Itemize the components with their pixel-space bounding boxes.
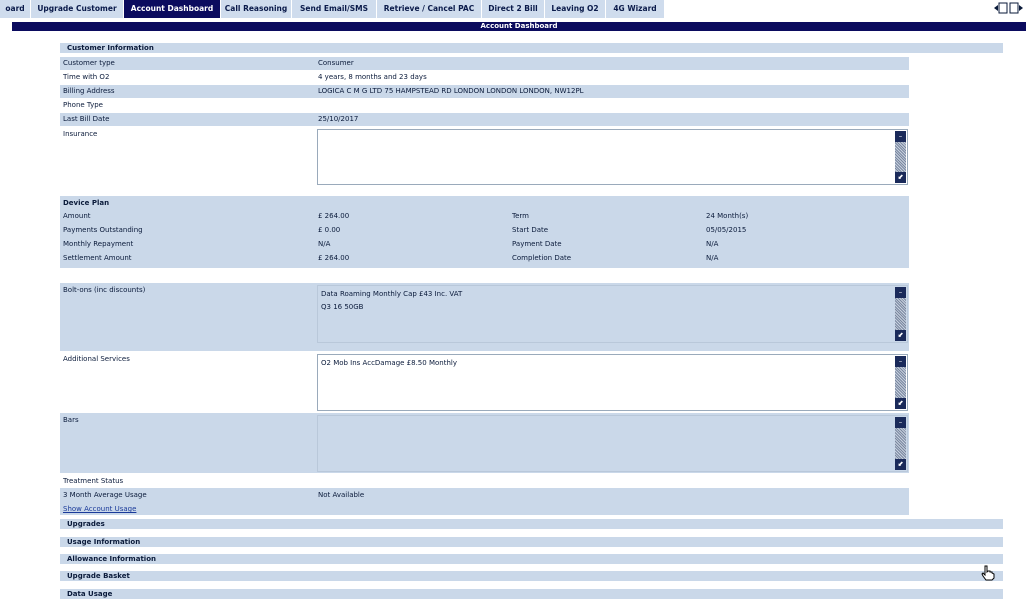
row-treatment-status: Treatment Status <box>60 475 909 488</box>
billing-address-value: LOGICA C M G LTD 75 HAMPSTEAD RD LONDON … <box>318 87 584 95</box>
average-usage-value: Not Available <box>318 491 365 499</box>
completion-date-value: N/A <box>706 254 719 262</box>
payment-date-label: Payment Date <box>512 240 562 248</box>
data-usage-header[interactable]: Data Usage <box>60 589 1003 599</box>
customer-information-header[interactable]: Customer Information <box>60 43 1003 53</box>
additional-services-block: Additional Services O2 Mob Ins AccDamage… <box>60 352 909 412</box>
bars-scrollbar[interactable]: – ⬋ <box>895 417 906 470</box>
customer-type-label: Customer type <box>63 59 115 67</box>
bolt-ons-block: Bolt-ons (inc discounts) Data Roaming Mo… <box>60 283 909 351</box>
row-last-bill-date: Last Bill Date 25/10/2017 <box>60 113 909 126</box>
phone-type-label: Phone Type <box>63 101 103 109</box>
additional-service-item: O2 Mob Ins AccDamage £8.50 Monthly <box>321 359 457 367</box>
scroll-down-icon[interactable]: ⬋ <box>895 330 906 341</box>
term-value: 24 Month(s) <box>706 212 749 220</box>
payments-outstanding-label: Payments Outstanding <box>63 226 143 234</box>
usage-block: 3 Month Average Usage Not Available Show… <box>60 488 909 515</box>
bars-list[interactable]: – ⬋ <box>317 415 908 472</box>
dashboard-title-bar: Account Dashboard <box>12 22 1026 31</box>
bars-label: Bars <box>63 416 79 424</box>
tab-scroll-left-icon[interactable] <box>994 2 1008 16</box>
row-billing-address: Billing Address LOGICA C M G LTD 75 HAMP… <box>60 85 909 98</box>
term-label: Term <box>512 212 529 220</box>
hand-cursor-icon <box>981 565 995 581</box>
tab-send-email-sms[interactable]: Send Email/SMS <box>292 0 376 18</box>
tab-scroll-right-icon[interactable] <box>1009 2 1023 16</box>
scroll-down-icon[interactable]: ⬋ <box>895 172 906 183</box>
tab-dashboard[interactable]: oard <box>0 0 30 18</box>
bolt-ons-label: Bolt-ons (inc discounts) <box>63 286 146 294</box>
upgrade-basket-header[interactable]: Upgrade Basket <box>60 571 1003 581</box>
device-plan-block: Device Plan Amount £ 264.00 Term 24 Mont… <box>60 196 909 268</box>
insurance-scrollbar[interactable]: – ⬋ <box>895 131 906 183</box>
settlement-amount-label: Settlement Amount <box>63 254 132 262</box>
scroll-up-icon[interactable]: – <box>895 356 906 367</box>
tab-scroll-controls <box>994 2 1024 16</box>
device-plan-title: Device Plan <box>63 199 110 207</box>
last-bill-date-label: Last Bill Date <box>63 115 110 123</box>
monthly-repayment-value: N/A <box>318 240 331 248</box>
tab-direct-2-bill[interactable]: Direct 2 Bill <box>482 0 544 18</box>
bolt-ons-list[interactable]: Data Roaming Monthly Cap £43 Inc. VAT Q3… <box>317 285 908 343</box>
bolt-ons-scrollbar[interactable]: – ⬋ <box>895 287 906 341</box>
allowance-information-header[interactable]: Allowance Information <box>60 554 1003 564</box>
time-with-o2-value: 4 years, 8 months and 23 days <box>318 73 427 81</box>
customer-type-value: Consumer <box>318 59 354 67</box>
scroll-up-icon[interactable]: – <box>895 131 906 142</box>
row-phone-type: Phone Type <box>60 99 909 112</box>
additional-services-label: Additional Services <box>63 355 130 363</box>
start-date-value: 05/05/2015 <box>706 226 747 234</box>
insurance-label: Insurance <box>63 130 98 138</box>
tab-account-dashboard[interactable]: Account Dashboard <box>124 0 220 18</box>
bars-block: Bars – ⬋ <box>60 413 909 473</box>
tab-retrieve-cancel-pac[interactable]: Retrieve / Cancel PAC <box>377 0 481 18</box>
average-usage-label: 3 Month Average Usage <box>63 491 147 499</box>
completion-date-label: Completion Date <box>512 254 572 262</box>
tab-bar: oard Upgrade Customer Account Dashboard … <box>0 0 1026 18</box>
scroll-down-icon[interactable]: ⬋ <box>895 398 906 409</box>
tab-call-reasoning[interactable]: Call Reasoning <box>221 0 291 18</box>
additional-services-list[interactable]: O2 Mob Ins AccDamage £8.50 Monthly – ⬋ <box>317 354 908 411</box>
row-time-with-o2: Time with O2 4 years, 8 months and 23 da… <box>60 71 909 84</box>
tab-4g-wizard[interactable]: 4G Wizard <box>606 0 664 18</box>
upgrades-header[interactable]: Upgrades <box>60 519 1003 529</box>
scroll-up-icon[interactable]: – <box>895 417 906 428</box>
bolt-on-item: Q3 16 50GB <box>321 303 364 311</box>
time-with-o2-label: Time with O2 <box>63 73 110 81</box>
usage-information-header[interactable]: Usage Information <box>60 537 1003 547</box>
billing-address-label: Billing Address <box>63 87 115 95</box>
tab-upgrade-customer[interactable]: Upgrade Customer <box>31 0 123 18</box>
treatment-status-label: Treatment Status <box>63 477 124 485</box>
bolt-on-item: Data Roaming Monthly Cap £43 Inc. VAT <box>321 290 463 298</box>
amount-label: Amount <box>63 212 91 220</box>
amount-value: £ 264.00 <box>318 212 350 220</box>
scroll-up-icon[interactable]: – <box>895 287 906 298</box>
tab-leaving-o2[interactable]: Leaving O2 <box>545 0 605 18</box>
start-date-label: Start Date <box>512 226 549 234</box>
monthly-repayment-label: Monthly Repayment <box>63 240 134 248</box>
payment-date-value: N/A <box>706 240 719 248</box>
payments-outstanding-value: £ 0.00 <box>318 226 341 234</box>
additional-services-scrollbar[interactable]: – ⬋ <box>895 356 906 409</box>
insurance-block: Insurance – ⬋ <box>60 127 909 187</box>
settlement-amount-value: £ 264.00 <box>318 254 350 262</box>
show-account-usage-link[interactable]: Show Account Usage <box>63 505 136 513</box>
insurance-textarea[interactable]: – ⬋ <box>317 129 908 185</box>
row-customer-type: Customer type Consumer <box>60 57 909 70</box>
scroll-down-icon[interactable]: ⬋ <box>895 459 906 470</box>
last-bill-date-value: 25/10/2017 <box>318 115 359 123</box>
